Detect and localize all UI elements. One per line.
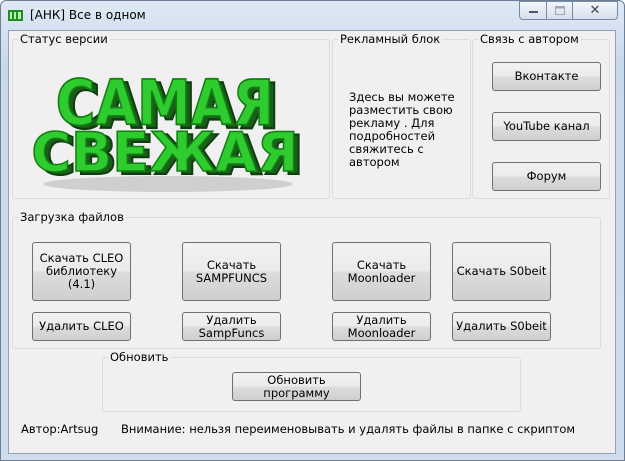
close-button[interactable]: ✕: [572, 1, 618, 20]
author-label: Автор:Artsug: [21, 422, 99, 436]
vkontakte-button[interactable]: Вконтакте: [492, 62, 601, 91]
main-window: [АНК] Все в одном ✕ Статус версии САМАЯ …: [0, 0, 625, 461]
download-cleo-button[interactable]: Скачать CLEO библиотеку (4.1): [32, 242, 131, 301]
close-icon: ✕: [589, 3, 601, 18]
app-icon: [8, 10, 23, 21]
window-title: [АНК] Все в одном: [30, 8, 146, 22]
contact-author-label: Связь с автором: [478, 32, 581, 46]
minimize-button[interactable]: [519, 1, 546, 20]
version-status-label: Статус версии: [18, 32, 110, 46]
warning-label: Внимание: нельзя переименовывать и удаля…: [121, 422, 576, 436]
ad-block-text: Здесь вы можете разместить свою рекламу …: [349, 90, 455, 169]
download-moonloader-button[interactable]: Скачать Moonloader: [332, 242, 431, 301]
delete-s0beit-button[interactable]: Удалить S0beit: [452, 312, 551, 341]
title-bar[interactable]: [АНК] Все в одном ✕: [1, 1, 624, 29]
version-logo: САМАЯ САМАЯ СВЕЖАЯ СВЕЖАЯ: [31, 66, 303, 192]
file-download-label: Загрузка файлов: [18, 210, 126, 224]
delete-cleo-button[interactable]: Удалить CLEO: [32, 312, 131, 341]
delete-moonloader-button[interactable]: Удалить Moonloader: [332, 312, 431, 341]
logo-line2: СВЕЖАЯ: [31, 121, 298, 184]
maximize-button[interactable]: [546, 1, 572, 20]
youtube-channel-button[interactable]: YouTube канал: [492, 112, 601, 141]
update-label: Обновить: [108, 350, 171, 364]
ad-block-label: Рекламный блок: [338, 32, 443, 46]
maximize-icon: [554, 6, 565, 15]
version-status-group: Статус версии САМАЯ САМАЯ СВЕЖАЯ СВЕЖАЯ: [12, 32, 330, 199]
update-program-button[interactable]: Обновить программу: [232, 372, 361, 401]
forum-button[interactable]: Форум: [492, 162, 601, 191]
delete-sampfuncs-button[interactable]: Удалить SampFuncs: [182, 312, 281, 341]
client-area: Статус версии САМАЯ САМАЯ СВЕЖАЯ СВЕЖАЯ …: [8, 30, 616, 454]
download-sampfuncs-button[interactable]: Скачать SAMPFUNCS: [182, 242, 281, 301]
download-s0beit-button[interactable]: Скачать S0beit: [452, 242, 551, 301]
minimize-icon: [528, 10, 538, 13]
